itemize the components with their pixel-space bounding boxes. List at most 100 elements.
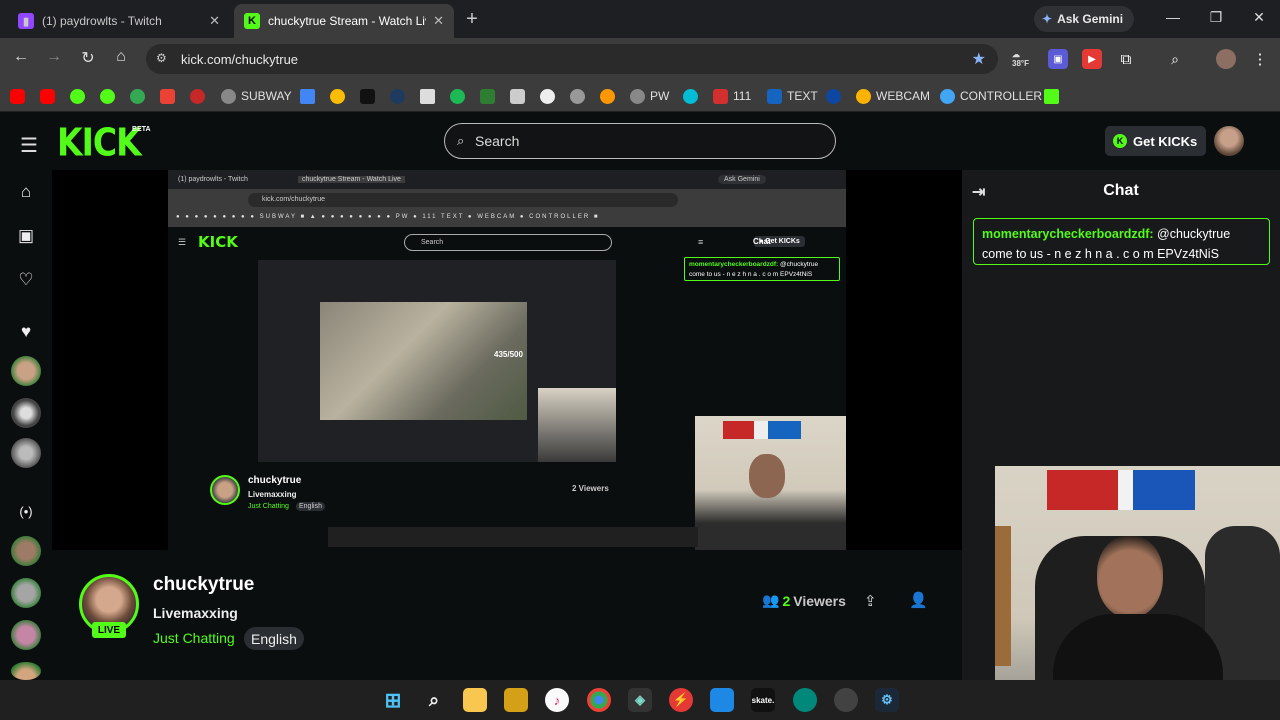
close-icon[interactable]: ✕ xyxy=(209,13,220,29)
search-icon: ⌕ xyxy=(457,133,465,148)
kick-logo[interactable]: KICK xyxy=(57,120,142,165)
stream-capture: (1) paydrowlts - Twitch chuckytrue Strea… xyxy=(168,170,846,550)
app-icon[interactable]: ◈ xyxy=(628,688,652,712)
steam-icon[interactable]: ⚙ xyxy=(875,688,899,712)
maximize-button[interactable]: ❐ xyxy=(1206,9,1226,26)
address-bar[interactable]: ⚙ kick.com/chuckytrue ★ xyxy=(146,44,998,74)
bookmark-text[interactable]: TEXT xyxy=(767,86,818,106)
bookmark-app[interactable] xyxy=(510,86,530,106)
bookmark-app[interactable] xyxy=(826,86,846,106)
file-explorer-icon[interactable] xyxy=(463,688,487,712)
home-icon[interactable]: ⌂ xyxy=(110,48,132,66)
bookmark-label: SUBWAY xyxy=(241,89,292,103)
bookmark-youtube2[interactable] xyxy=(40,86,60,106)
channel-avatar[interactable] xyxy=(11,620,41,650)
browse-icon[interactable]: ▣ xyxy=(14,226,38,250)
bookmark-app[interactable] xyxy=(390,86,410,106)
bookmark-drive[interactable] xyxy=(330,86,350,106)
get-kicks-button[interactable]: K Get KICKs xyxy=(1105,126,1206,156)
menu-dots-icon[interactable]: ⋮ xyxy=(1250,49,1270,69)
ask-gemini-button[interactable]: ✦ Ask Gemini xyxy=(1034,6,1134,32)
pinned-user[interactable]: momentarycheckerboardzdf: xyxy=(982,227,1154,241)
bookmark-maps[interactable] xyxy=(130,86,150,106)
extension-icon[interactable]: ▶ xyxy=(1082,49,1102,69)
channel-avatar[interactable] xyxy=(11,536,41,566)
bookmark-app[interactable] xyxy=(480,86,500,106)
close-icon[interactable]: ✕ xyxy=(433,13,444,29)
captured-chat-title: Chat xyxy=(753,237,771,246)
app-icon[interactable] xyxy=(504,688,528,712)
bookmark-pw[interactable]: PW xyxy=(630,86,669,106)
language-tag[interactable]: English xyxy=(244,627,304,650)
webcam-icon xyxy=(856,88,871,104)
home-icon[interactable]: ⌂ xyxy=(14,182,38,206)
channel-avatar[interactable] xyxy=(11,438,41,468)
profile-avatar[interactable] xyxy=(1216,49,1236,69)
forward-icon[interactable]: → xyxy=(43,48,65,66)
channel-avatar[interactable] xyxy=(11,398,41,428)
channel-avatar[interactable] xyxy=(11,356,41,386)
search-icon[interactable]: ⌕ xyxy=(422,688,446,712)
channel-avatar[interactable] xyxy=(11,662,41,680)
user-avatar[interactable] xyxy=(1214,126,1244,156)
bookmark-spotify[interactable] xyxy=(450,86,470,106)
weather-widget[interactable]: ☁ 38°F xyxy=(1012,50,1029,68)
globe-icon xyxy=(630,88,645,104)
captured-kick-page: ☰ KICK Search ● Get KICKs 435/500 ≡ Chat… xyxy=(168,227,846,550)
search-input[interactable]: ⌕ Search xyxy=(444,123,836,159)
share-icon[interactable]: ⇪ xyxy=(864,592,877,610)
tab-kick[interactable]: K chuckytrue Stream - Watch Live ✕ xyxy=(234,4,454,38)
category-link[interactable]: Just Chatting xyxy=(153,630,235,646)
extensions-puzzle-icon[interactable]: ⧉ xyxy=(1116,49,1136,69)
app-icon[interactable]: ⚡ xyxy=(669,688,693,712)
extension-icon[interactable]: ▣ xyxy=(1048,49,1068,69)
channel-avatar[interactable] xyxy=(11,578,41,608)
captured-webcam-overlay xyxy=(695,416,846,550)
bookmark-globe[interactable] xyxy=(570,86,590,106)
bookmark-app[interactable] xyxy=(600,86,620,106)
minimize-button[interactable]: — xyxy=(1163,9,1183,25)
app-icon[interactable] xyxy=(710,688,734,712)
tab-twitch[interactable]: ▮ (1) paydrowlts - Twitch ✕ xyxy=(8,4,230,38)
tab-title: chuckytrue Stream - Watch Live xyxy=(268,14,426,28)
skate-icon[interactable]: skate. xyxy=(751,688,775,712)
bookmark-subway[interactable]: SUBWAY xyxy=(221,86,292,106)
app-icon[interactable] xyxy=(834,688,858,712)
app-icon[interactable] xyxy=(793,688,817,712)
captured-streamer-name: chuckytrue xyxy=(248,475,302,486)
bookmark-youtube[interactable] xyxy=(10,86,30,106)
streamer-name[interactable]: chuckytrue xyxy=(153,574,254,596)
collapse-chat-icon[interactable]: ⇥ xyxy=(972,182,985,202)
tab-search-icon[interactable]: ⌕ xyxy=(1165,49,1185,69)
bookmark-play2[interactable] xyxy=(100,86,120,106)
bookmark-star-icon[interactable]: ★ xyxy=(972,49,986,69)
bookmark-play[interactable] xyxy=(70,86,90,106)
bookmark-controller[interactable]: CONTROLLER xyxy=(940,86,1042,106)
bookmark-doc[interactable] xyxy=(420,86,440,106)
follow-user-icon[interactable]: 👤 xyxy=(909,591,928,609)
close-window-button[interactable]: ✕ xyxy=(1249,9,1269,26)
bookmark-github[interactable] xyxy=(540,86,560,106)
bookmark-app[interactable] xyxy=(360,86,380,106)
new-tab-button[interactable]: + xyxy=(462,8,482,31)
reload-icon[interactable]: ↻ xyxy=(77,48,99,68)
bookmark-gmail[interactable] xyxy=(160,86,180,106)
bookmark-111[interactable]: 111 xyxy=(713,86,751,106)
play-icon xyxy=(100,88,115,104)
music-icon[interactable]: ♪ xyxy=(545,688,569,712)
bookmarks-bar: SUBWAY PW 111 TEXT WEBCAM CONTROLLER xyxy=(0,80,1280,112)
bookmark-kick[interactable] xyxy=(1044,86,1064,106)
bookmark-app[interactable] xyxy=(683,86,703,106)
bookmark-webcam[interactable]: WEBCAM xyxy=(856,86,930,106)
following-icon[interactable]: ♡ xyxy=(14,270,38,294)
site-info-icon[interactable]: ⚙ xyxy=(156,51,167,65)
hamburger-menu-icon[interactable]: ☰ xyxy=(20,133,38,158)
windows-start-icon[interactable]: ⊞ xyxy=(381,688,405,712)
chrome-icon[interactable] xyxy=(587,688,611,712)
search-placeholder: Search xyxy=(475,133,520,149)
bookmark-red[interactable] xyxy=(190,86,210,106)
bookmark-docs[interactable] xyxy=(300,86,320,106)
captured-chat-collapse: ≡ xyxy=(698,237,704,247)
back-icon[interactable]: ← xyxy=(10,48,32,66)
captured-pinned-user: momentarycheckerboardzdf: xyxy=(689,261,779,268)
